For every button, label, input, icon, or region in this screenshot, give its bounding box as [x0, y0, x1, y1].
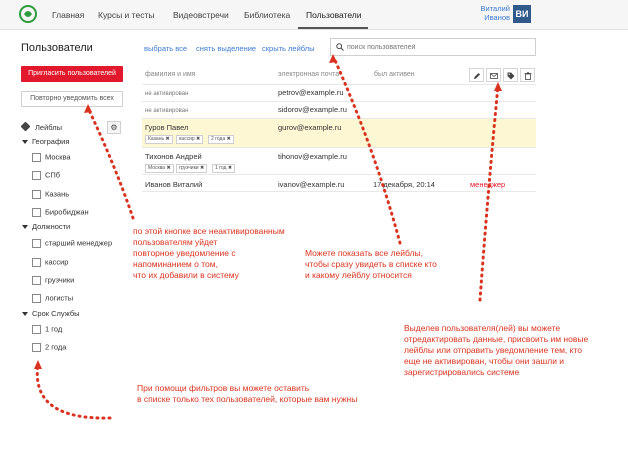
arrow-edit	[478, 84, 500, 302]
arrow-notify	[86, 106, 135, 220]
arrowhead-edit	[494, 82, 502, 91]
arrow-filters	[35, 362, 112, 420]
arrowhead-filters	[34, 360, 42, 369]
annotation-arrows	[34, 54, 502, 420]
arrowhead-notify	[84, 104, 92, 113]
arrow-labels	[332, 56, 402, 245]
arrowhead-labels	[329, 54, 337, 63]
